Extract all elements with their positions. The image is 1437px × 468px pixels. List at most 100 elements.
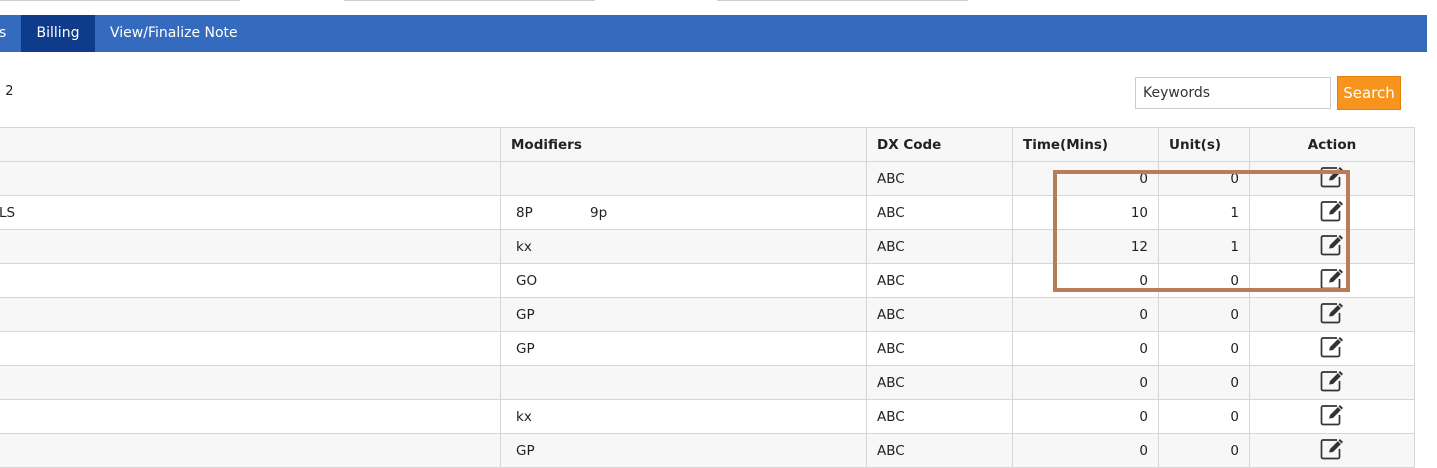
modifier-2: 9p — [590, 204, 608, 221]
header-action: Action — [1249, 127, 1415, 162]
edit-icon[interactable] — [1320, 404, 1344, 430]
modifiers-cell: 8P 9p — [500, 195, 867, 230]
service-cell — [0, 229, 501, 264]
modifier-1: 8P — [516, 204, 533, 221]
action-cell — [1249, 263, 1415, 298]
units-cell: 0 — [1158, 161, 1250, 196]
table-row: GO ABC 0 0 — [0, 263, 1415, 298]
tab-billing[interactable]: Billing — [21, 15, 95, 52]
record-count-label: ): — [0, 84, 1, 99]
tab-view-finalize-note[interactable]: View/Finalize Note — [110, 15, 238, 52]
service-cell — [0, 433, 501, 468]
time-cell: 12 — [1012, 229, 1159, 264]
units-cell: 1 — [1158, 229, 1250, 264]
edit-icon[interactable] — [1320, 302, 1344, 328]
dx-code-cell: ABC — [866, 399, 1013, 434]
service-cell: LS — [0, 195, 501, 230]
modifiers-cell — [500, 161, 867, 196]
edit-icon[interactable] — [1320, 234, 1344, 260]
action-cell — [1249, 297, 1415, 332]
table-header-row: Modifiers DX Code Time(Mins) Unit(s) Act… — [0, 127, 1415, 162]
header-dx-code: DX Code — [866, 127, 1013, 162]
dx-code-cell: ABC — [866, 331, 1013, 366]
table-row: kx ABC 0 0 — [0, 399, 1415, 434]
dx-code-cell: ABC — [866, 365, 1013, 400]
units-cell: 0 — [1158, 433, 1250, 468]
tab-previous[interactable]: s — [0, 15, 19, 52]
table-row: ABC 0 0 — [0, 161, 1415, 196]
table-row: GP ABC 0 0 — [0, 331, 1415, 366]
time-cell: 0 — [1012, 399, 1159, 434]
table-row: ABC 0 0 — [0, 365, 1415, 400]
time-cell: 0 — [1012, 365, 1159, 400]
action-cell — [1249, 331, 1415, 366]
modifiers-cell: GP — [500, 433, 867, 468]
time-cell: 0 — [1012, 331, 1159, 366]
header-units: Unit(s) — [1158, 127, 1250, 162]
search-input[interactable] — [1135, 77, 1331, 109]
record-count-value: 2 — [5, 84, 14, 99]
edit-icon[interactable] — [1320, 370, 1344, 396]
service-cell — [0, 297, 501, 332]
modifiers-cell — [500, 365, 867, 400]
nav-bar: s Billing View/Finalize Note — [0, 15, 1427, 52]
dx-code-cell: ABC — [866, 195, 1013, 230]
units-cell: 0 — [1158, 297, 1250, 332]
action-cell — [1249, 399, 1415, 434]
modifiers-cell: GP — [500, 297, 867, 332]
service-cell — [0, 365, 501, 400]
dx-code-cell: ABC — [866, 229, 1013, 264]
time-cell: 10 — [1012, 195, 1159, 230]
units-cell: 0 — [1158, 399, 1250, 434]
dx-code-cell: ABC — [866, 433, 1013, 468]
modifier-1: GP — [516, 340, 535, 357]
edit-icon[interactable] — [1320, 166, 1344, 192]
edit-icon[interactable] — [1320, 336, 1344, 362]
service-cell — [0, 331, 501, 366]
edit-icon[interactable] — [1320, 438, 1344, 464]
units-cell: 0 — [1158, 263, 1250, 298]
dx-code-cell: ABC — [866, 297, 1013, 332]
units-cell: 0 — [1158, 331, 1250, 366]
service-cell — [0, 399, 501, 434]
time-cell: 0 — [1012, 263, 1159, 298]
table-row: LS 8P 9p ABC 10 1 — [0, 195, 1415, 230]
billing-table: Modifiers DX Code Time(Mins) Unit(s) Act… — [0, 127, 1415, 468]
table-body: ABC 0 0 LS 8P 9p ABC 10 1 kx ABC 12 1 GO ABC 0 0 GP ABC 0 0 G… — [0, 161, 1415, 468]
modifiers-cell: kx — [500, 399, 867, 434]
header-time: Time(Mins) — [1012, 127, 1159, 162]
modifier-1: GP — [516, 306, 535, 323]
modifiers-cell: GO — [500, 263, 867, 298]
edit-icon[interactable] — [1320, 200, 1344, 226]
units-cell: 1 — [1158, 195, 1250, 230]
edit-icon[interactable] — [1320, 268, 1344, 294]
modifier-1: kx — [516, 408, 532, 425]
top-filter-field-2[interactable] — [344, 0, 595, 1]
service-cell — [0, 161, 501, 196]
modifier-1: kx — [516, 238, 532, 255]
action-cell — [1249, 229, 1415, 264]
modifiers-cell: kx — [500, 229, 867, 264]
header-service — [0, 127, 501, 162]
dx-code-cell: ABC — [866, 263, 1013, 298]
search-button[interactable]: Search — [1337, 76, 1401, 110]
table-row: kx ABC 12 1 — [0, 229, 1415, 264]
dx-code-cell: ABC — [866, 161, 1013, 196]
time-cell: 0 — [1012, 161, 1159, 196]
modifier-1: GP — [516, 442, 535, 459]
table-row: GP ABC 0 0 — [0, 433, 1415, 468]
top-filter-field-3[interactable] — [717, 0, 968, 1]
header-modifiers: Modifiers — [500, 127, 867, 162]
record-count: ): 2 — [0, 84, 14, 99]
action-cell — [1249, 433, 1415, 468]
table-row: GP ABC 0 0 — [0, 297, 1415, 332]
time-cell: 0 — [1012, 297, 1159, 332]
action-cell — [1249, 161, 1415, 196]
units-cell: 0 — [1158, 365, 1250, 400]
service-cell — [0, 263, 501, 298]
modifiers-cell: GP — [500, 331, 867, 366]
modifier-1: GO — [516, 272, 538, 289]
action-cell — [1249, 195, 1415, 230]
time-cell: 0 — [1012, 433, 1159, 468]
top-filter-field-1[interactable] — [0, 0, 240, 1]
